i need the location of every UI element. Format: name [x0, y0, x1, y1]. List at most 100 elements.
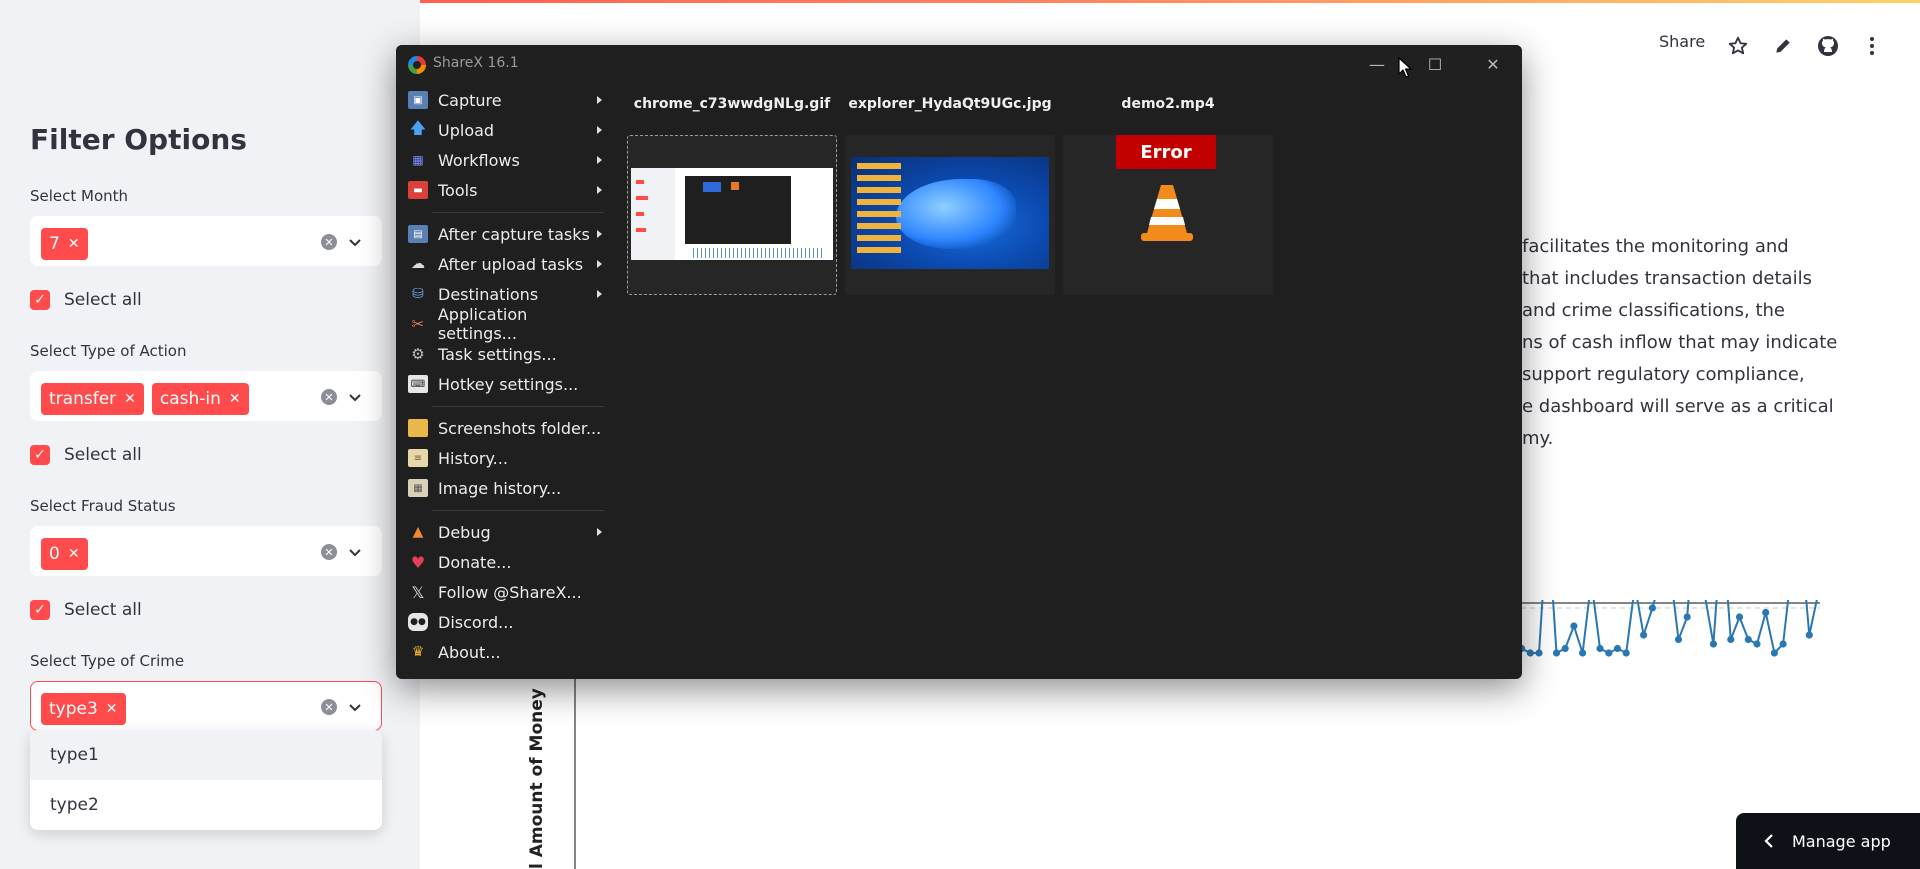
filter-label-crime: Select Type of Crime: [30, 652, 185, 670]
menu-hotkey-settings[interactable]: ⌨ Hotkey settings...: [396, 369, 610, 399]
menu-follow-sharex[interactable]: 𝕏 Follow @ShareX...: [396, 577, 610, 607]
select-all-action-checkbox[interactable]: ✓ Select all: [30, 445, 142, 465]
after-capture-icon: ▤: [408, 225, 428, 243]
chip-month-7: 7 ✕: [41, 228, 88, 260]
data-point: [1552, 649, 1561, 657]
menu-label: Upload: [438, 120, 495, 140]
select-all-month-checkbox[interactable]: ✓ Select all: [30, 290, 142, 310]
menu-label: Discord...: [438, 612, 514, 632]
menu-screenshots-folder[interactable]: Screenshots folder...: [396, 413, 610, 443]
thumbnail-demo-mp4[interactable]: Error: [1063, 135, 1273, 295]
chip-label: cash-in: [159, 389, 221, 409]
menu-image-history[interactable]: ▦ Image history...: [396, 473, 610, 503]
clear-icon[interactable]: ✕: [321, 234, 337, 250]
data-point: [1805, 631, 1813, 639]
data-point: [1535, 649, 1543, 657]
data-point: [1613, 644, 1622, 653]
chip-remove-icon[interactable]: ✕: [124, 391, 136, 407]
chip-remove-icon[interactable]: ✕: [68, 236, 80, 252]
clear-icon[interactable]: ✕: [321, 699, 337, 715]
menu-label: Tools: [438, 180, 478, 200]
clear-icon[interactable]: ✕: [321, 544, 337, 560]
data-point: [1640, 631, 1648, 639]
chip-type3: type3 ✕: [41, 693, 126, 725]
menu-label: History...: [438, 448, 508, 468]
share-button[interactable]: Share: [1659, 32, 1705, 51]
thumbnail-explorer-jpg[interactable]: [845, 135, 1055, 295]
mouse-cursor-icon: [1398, 57, 1412, 78]
chip-remove-icon[interactable]: ✕: [229, 391, 241, 407]
chevron-down-icon[interactable]: [347, 389, 363, 405]
menu-label: Donate...: [438, 552, 512, 572]
menu-history[interactable]: ≡ History...: [396, 443, 610, 473]
submenu-arrow-icon: [597, 156, 602, 164]
dropdown-option-type1[interactable]: type1: [30, 730, 382, 780]
month-multiselect[interactable]: 7 ✕ ✕: [30, 216, 382, 266]
edit-pencil-icon[interactable]: [1773, 36, 1793, 56]
manage-app-button[interactable]: Manage app: [1736, 813, 1920, 869]
debug-icon: ▲: [412, 524, 424, 540]
data-point: [1779, 640, 1787, 648]
data-point: [1744, 635, 1752, 644]
chip-fraud-0: 0 ✕: [41, 538, 88, 570]
data-point: [1622, 649, 1630, 657]
thumbnail-filename: demo2.mp4: [1121, 96, 1215, 112]
data-point: [1709, 640, 1717, 648]
menu-label: Destinations: [438, 284, 539, 304]
window-title: ShareX 16.1: [433, 55, 519, 71]
vlc-cone-icon: [1141, 185, 1193, 241]
heart-icon: ♥: [410, 552, 426, 572]
chip-label: transfer: [49, 389, 117, 409]
menu-workflows[interactable]: ▦ Workflows: [396, 145, 610, 175]
y-axis-label: l Amount of Money: [527, 688, 547, 869]
menu-after-capture-tasks[interactable]: ▤ After capture tasks: [396, 219, 610, 249]
history-icon: ≡: [408, 449, 428, 467]
chip-remove-icon[interactable]: ✕: [68, 546, 80, 562]
intro-line-5: support regulatory compliance,: [1522, 364, 1805, 385]
action-multiselect[interactable]: transfer ✕ cash-in ✕ ✕: [30, 371, 382, 421]
intro-line-6: e dashboard will serve as a critical: [1522, 396, 1834, 417]
data-point: [1762, 608, 1770, 617]
filter-label-action: Select Type of Action: [30, 342, 187, 360]
sharex-main-menu: ▣ Capture 🡅 Upload ▦ Workflows ▬ Tools ▤ Afte…: [396, 85, 610, 667]
menu-task-settings[interactable]: ⚙ Task settings...: [396, 339, 610, 369]
submenu-arrow-icon: [597, 186, 602, 194]
menu-label: Task settings...: [438, 344, 557, 364]
menu-donate[interactable]: ♥ Donate...: [396, 547, 610, 577]
star-icon[interactable]: [1727, 35, 1749, 57]
dropdown-option-type2[interactable]: type2: [30, 780, 382, 830]
fraud-multiselect[interactable]: 0 ✕ ✕: [30, 526, 382, 576]
github-icon[interactable]: [1816, 34, 1840, 58]
crime-multiselect[interactable]: type3 ✕ ✕: [30, 681, 382, 731]
thumbnail-chrome-gif[interactable]: [627, 135, 837, 295]
menu-debug[interactable]: ▲ Debug: [396, 517, 610, 547]
checkbox-label: Select all: [64, 600, 142, 620]
destinations-icon: ⛁: [412, 286, 424, 302]
sharex-titlebar[interactable]: ShareX 16.1 — ☐ ✕: [396, 45, 1522, 83]
maximize-button[interactable]: ☐: [1406, 45, 1464, 83]
manage-app-label: Manage app: [1792, 831, 1891, 851]
submenu-arrow-icon: [597, 290, 602, 298]
checkmark-icon: ✓: [30, 600, 50, 620]
upload-icon: 🡅: [409, 117, 427, 137]
chip-transfer: transfer ✕: [41, 383, 144, 415]
submenu-arrow-icon: [597, 528, 602, 536]
more-vertical-icon[interactable]: [1862, 35, 1882, 57]
crown-icon: ♛: [411, 644, 425, 660]
chevron-down-icon[interactable]: [347, 544, 363, 560]
chip-remove-icon[interactable]: ✕: [106, 701, 118, 717]
menu-discord[interactable]: ●● Discord...: [396, 607, 610, 637]
menu-tools[interactable]: ▬ Tools: [396, 175, 610, 205]
chevron-down-icon[interactable]: [347, 234, 363, 250]
select-all-fraud-checkbox[interactable]: ✓ Select all: [30, 600, 142, 620]
menu-capture[interactable]: ▣ Capture: [396, 85, 610, 115]
menu-upload[interactable]: 🡅 Upload: [396, 115, 610, 145]
menu-application-settings[interactable]: ✂ Application settings...: [396, 305, 610, 343]
menu-after-upload-tasks[interactable]: ☁ After upload tasks: [396, 249, 610, 279]
chevron-left-icon: [1764, 834, 1773, 848]
menu-about[interactable]: ♛ About...: [396, 637, 610, 667]
submenu-arrow-icon: [597, 96, 602, 104]
chevron-down-icon[interactable]: [347, 699, 363, 715]
close-button[interactable]: ✕: [1464, 45, 1522, 83]
clear-icon[interactable]: ✕: [321, 389, 337, 405]
